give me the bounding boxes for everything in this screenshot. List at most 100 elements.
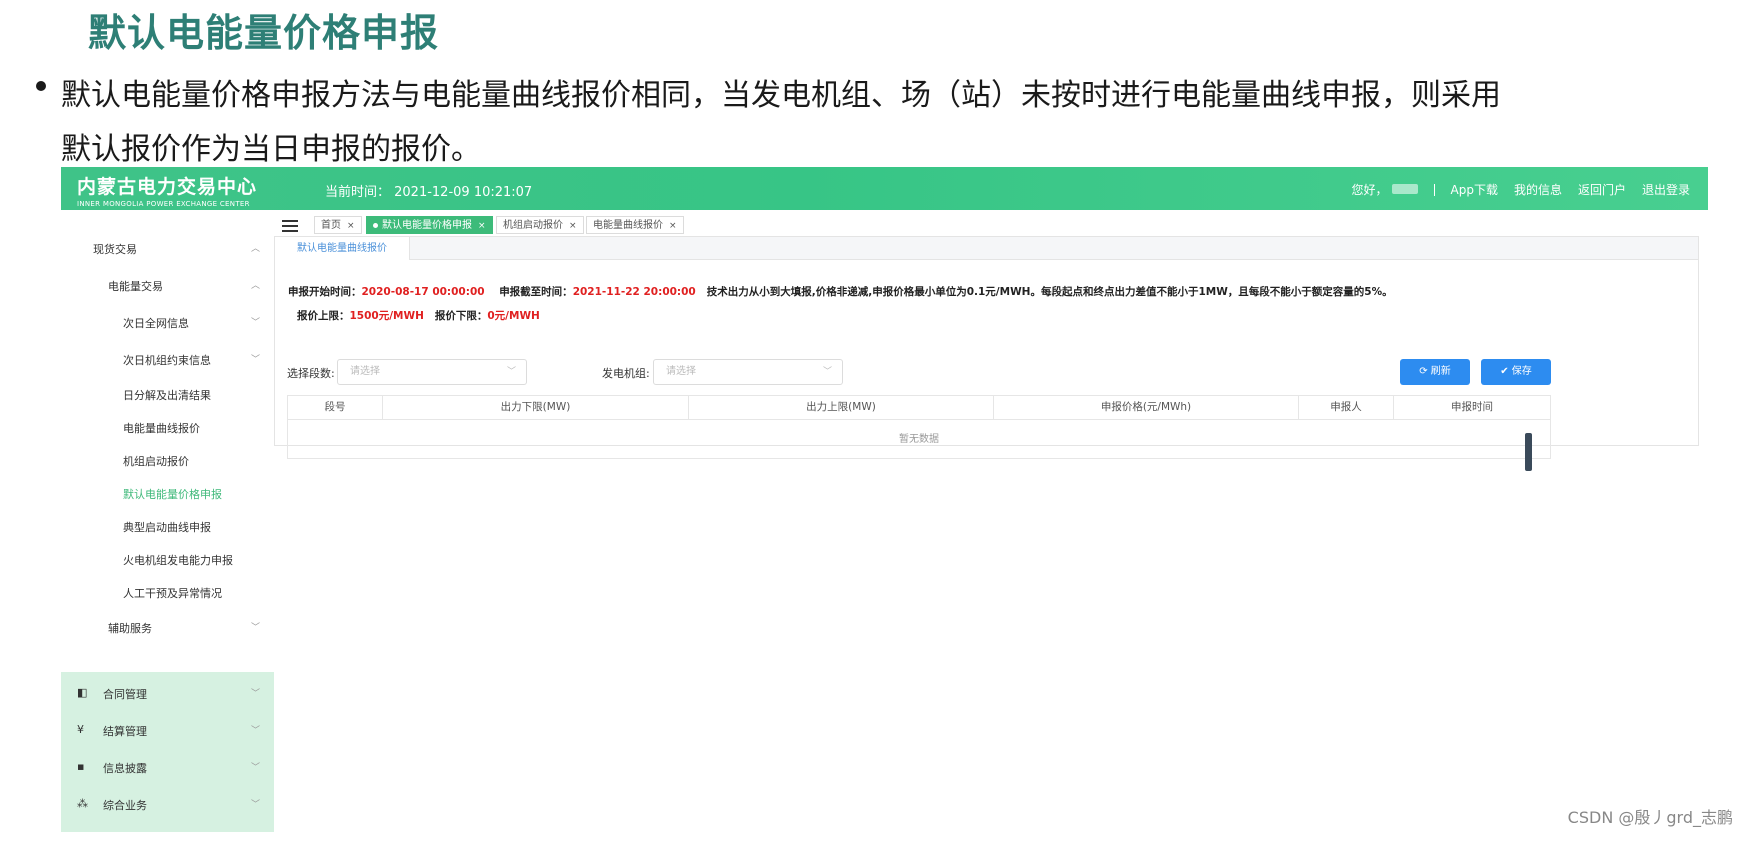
header-separator [1433, 183, 1435, 196]
column-header-segment: 段号 [288, 396, 383, 419]
close-icon[interactable]: × [569, 221, 577, 231]
username-redacted [1391, 184, 1418, 194]
tab-home[interactable]: 首页 × [314, 216, 362, 234]
current-time: 当前时间： 2021-12-09 10:21:07 [325, 185, 533, 200]
menu-toggle-icon[interactable] [282, 220, 298, 235]
my-info-link[interactable]: 我的信息 [1514, 181, 1562, 198]
sidebar-item-label: 人工干预及异常情况 [123, 587, 222, 600]
sidebar-item-label: 现货交易 [93, 243, 137, 256]
bullet-text-line-1: 默认电能量价格申报方法与电能量曲线报价相同，当发电机组、场（站）未按时进行电能量… [61, 78, 1501, 113]
close-icon[interactable]: × [669, 221, 677, 231]
bullet-text-line-2: 默认报价作为当日申报的报价。 [61, 132, 481, 167]
logo-chinese: 内蒙古电力交易中心 [77, 176, 258, 198]
save-button-label: 保存 [1511, 366, 1532, 377]
end-time-value: 2021-11-22 20:00:00 [572, 286, 696, 298]
app-download-link[interactable]: App下载 [1451, 181, 1498, 198]
chevron-down-icon: ﹀ [250, 726, 260, 736]
close-icon[interactable]: × [478, 221, 486, 231]
table-header: 段号 出力下限(MW) 出力上限(MW) 申报价格(元/MWh) 申报人 申报时… [288, 396, 1550, 420]
app-screenshot: 内蒙古电力交易中心 INNER MONGOLIA POWER EXCHANGE … [61, 167, 1708, 832]
sidebar-group-label: 结算管理 [103, 725, 147, 738]
generator-unit-label: 发电机组: [602, 367, 650, 380]
chevron-up-icon: ︿ [250, 244, 260, 254]
sidebar-item-label: 次日机组约束信息 [123, 354, 211, 367]
chevron-down-icon: ﹀ [250, 318, 260, 328]
main-content: 首页 × 默认电能量价格申报 × 机组启动报价 × 电能量曲线报价 × 默认电能量曲线报… [274, 210, 1708, 832]
rule-text: 技术出力从小到大填报,价格非递减,申报价格最小单位为0.1元/MWH。每段起点和… [706, 286, 1393, 298]
refresh-button[interactable]: ⟳ 刷新 [1400, 359, 1470, 385]
watermark: CSDN @殷丿grd_志鹏 [1567, 808, 1733, 827]
chevron-down-icon: ﹀ [506, 367, 516, 377]
refresh-icon: ⟳ [1419, 366, 1428, 377]
tab-label: 首页 [321, 220, 341, 231]
generator-unit-select[interactable]: 请选择 ﹀ [653, 359, 843, 385]
scrollbar-thumb[interactable] [1525, 433, 1532, 471]
sidebar-item-label: 默认电能量价格申报 [123, 488, 222, 501]
greeting-text: 您好， [1351, 183, 1388, 197]
end-time-label: 申报截至时间： [499, 286, 573, 298]
column-header-price: 申报价格(元/MWh) [994, 396, 1299, 419]
slide-title: 默认电能量价格申报 [88, 11, 440, 55]
sidebar-group-label: 信息披露 [103, 762, 147, 775]
segment-count-select[interactable]: 请选择 ﹀ [337, 359, 527, 385]
tab-default-energy-price[interactable]: 默认电能量价格申报 × [366, 216, 493, 234]
tab-unit-startup-bid[interactable]: 机组启动报价 × [496, 216, 584, 234]
price-limits-info: 报价上限：1500元/MWH 报价下限：0元/MWH [297, 308, 540, 323]
chevron-down-icon: ﹀ [250, 623, 260, 633]
bid-panel: 默认电能量曲线报价 申报开始时间：2020-08-17 00:00:00 申报截… [274, 236, 1699, 459]
save-button[interactable]: ✔ 保存 [1481, 359, 1551, 385]
sidebar-group-label: 合同管理 [103, 688, 147, 701]
panel-tab-default-curve[interactable]: 默认电能量曲线报价 [275, 237, 410, 260]
active-dot-icon [373, 222, 378, 228]
chevron-down-icon: ﹀ [250, 689, 260, 699]
sidebar-item-label: 机组启动报价 [123, 455, 189, 468]
sidebar-item-label: 辅助服务 [108, 622, 152, 635]
chevron-up-icon: ︿ [250, 281, 260, 291]
chevron-down-icon: ﹀ [250, 763, 260, 773]
sidebar-item-label: 电能量交易 [108, 280, 163, 293]
greeting: 您好， [1351, 181, 1418, 198]
document-icon: ▪ [77, 760, 85, 773]
chevron-down-icon: ﹀ [822, 367, 832, 377]
lower-limit-value: 0元/MWH [487, 310, 540, 322]
start-time-value: 2020-08-17 00:00:00 [361, 286, 485, 298]
upper-limit-label: 报价上限： [297, 310, 350, 322]
tab-label: 电能量曲线报价 [593, 220, 663, 231]
empty-state-text: 暂无数据 [899, 434, 939, 445]
tab-energy-curve-bid[interactable]: 电能量曲线报价 × [586, 216, 684, 234]
bullet-dot [36, 81, 46, 91]
sidebar-item-label: 电能量曲线报价 [123, 422, 200, 435]
start-time-label: 申报开始时间： [288, 286, 362, 298]
sidebar: 现货交易 ︿ 电能量交易 ︿ 次日全网信息 ﹀ 次日机组约束信息 ﹀ 日分解及出… [61, 210, 274, 832]
sidebar-item-label: 典型启动曲线申报 [123, 521, 211, 534]
header-links: 您好， App下载 我的信息 返回门户 退出登录 [1351, 181, 1690, 198]
declaration-window-info: 申报开始时间：2020-08-17 00:00:00 申报截至时间：2021-1… [288, 284, 1393, 299]
logo: 内蒙古电力交易中心 INNER MONGOLIA POWER EXCHANGE … [77, 172, 257, 208]
column-header-output-min: 出力下限(MW) [383, 396, 689, 419]
select-placeholder: 请选择 [666, 366, 696, 377]
logo-english: INNER MONGOLIA POWER EXCHANGE CENTER [77, 200, 250, 208]
back-to-portal-link[interactable]: 返回门户 [1578, 181, 1626, 198]
org-chart-icon: ⁂ [77, 797, 88, 810]
segment-count-label: 选择段数: [287, 367, 335, 380]
column-header-declarant: 申报人 [1299, 396, 1394, 419]
yen-icon: ¥ [77, 723, 84, 736]
bid-table: 段号 出力下限(MW) 出力上限(MW) 申报价格(元/MWh) 申报人 申报时… [287, 395, 1551, 459]
sidebar-item-label: 次日全网信息 [123, 317, 189, 330]
tab-label: 默认电能量价格申报 [382, 220, 472, 231]
close-icon[interactable]: × [347, 221, 355, 231]
chevron-down-icon: ﹀ [250, 355, 260, 365]
contract-icon: ◧ [77, 686, 88, 699]
column-header-output-max: 出力上限(MW) [689, 396, 994, 419]
chevron-down-icon: ﹀ [250, 800, 260, 810]
panel-tabbar: 默认电能量曲线报价 [275, 237, 1698, 260]
top-header-bar: 内蒙古电力交易中心 INNER MONGOLIA POWER EXCHANGE … [61, 167, 1708, 210]
sidebar-item-label: 日分解及出清结果 [123, 389, 211, 402]
select-placeholder: 请选择 [350, 366, 380, 377]
check-circle-icon: ✔ [1500, 366, 1509, 377]
logout-link[interactable]: 退出登录 [1642, 181, 1690, 198]
refresh-button-label: 刷新 [1430, 366, 1451, 377]
tab-label: 机组启动报价 [503, 220, 563, 231]
sidebar-group-section: ◧ 合同管理 ﹀ ¥ 结算管理 ﹀ ▪ 信息披露 ﹀ ⁂ 综合业务 ﹀ [61, 672, 274, 832]
sidebar-item-label: 火电机组发电能力申报 [123, 554, 233, 567]
